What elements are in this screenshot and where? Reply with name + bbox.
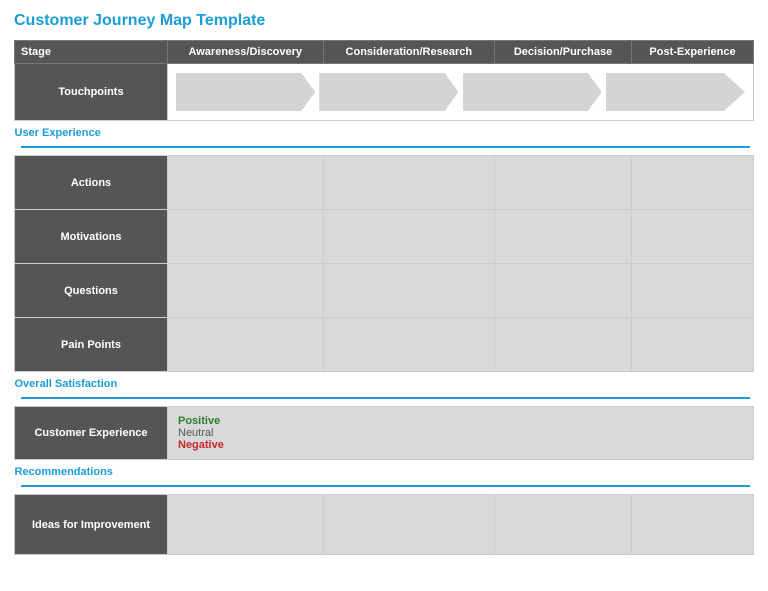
col-header-1: Awareness/Discovery <box>168 41 324 64</box>
arrow-1 <box>176 73 315 111</box>
col-header-4: Post-Experience <box>632 41 754 64</box>
touchpoints-label: Touchpoints <box>15 64 168 121</box>
pain-points-cell-1[interactable] <box>168 318 324 372</box>
motivations-row: Motivations <box>15 210 754 264</box>
journey-map-table: Stage Awareness/Discovery Consideration/… <box>14 40 754 555</box>
motivations-label: Motivations <box>15 210 168 264</box>
recommendations-label: Recommendations <box>15 466 113 478</box>
overall-satisfaction-line <box>21 397 750 399</box>
pain-points-cell-2[interactable] <box>323 318 495 372</box>
questions-cell-4[interactable] <box>632 264 754 318</box>
ideas-cell-2[interactable] <box>323 495 495 555</box>
actions-cell-4[interactable] <box>632 156 754 210</box>
overall-satisfaction-label: Overall Satisfaction <box>15 378 118 390</box>
actions-cell-3[interactable] <box>495 156 632 210</box>
arrow-2 <box>319 73 458 111</box>
stage-header: Stage <box>15 41 168 64</box>
recommendations-line <box>21 485 750 487</box>
ideas-cell-1[interactable] <box>168 495 324 555</box>
header-row: Stage Awareness/Discovery Consideration/… <box>15 41 754 64</box>
ideas-cell-3[interactable] <box>495 495 632 555</box>
arrow-4 <box>606 73 745 111</box>
motivations-cell-3[interactable] <box>495 210 632 264</box>
actions-row: Actions <box>15 156 754 210</box>
positive-text: Positive <box>178 415 743 427</box>
questions-cell-3[interactable] <box>495 264 632 318</box>
recommendations-section-row: Recommendations <box>15 460 754 495</box>
user-experience-line <box>21 146 750 148</box>
user-experience-section-header: User Experience <box>15 121 754 156</box>
col-header-3: Decision/Purchase <box>495 41 632 64</box>
pain-points-cell-4[interactable] <box>632 318 754 372</box>
customer-experience-label: Customer Experience <box>15 407 168 460</box>
actions-cell-1[interactable] <box>168 156 324 210</box>
touchpoints-row: Touchpoints <box>15 64 754 121</box>
arrow-3 <box>463 73 602 111</box>
overall-satisfaction-section-row: Overall Satisfaction <box>15 372 754 407</box>
overall-satisfaction-section-header: Overall Satisfaction <box>15 372 754 407</box>
pain-points-row: Pain Points <box>15 318 754 372</box>
col-header-2: Consideration/Research <box>323 41 495 64</box>
arrows-container <box>176 70 745 114</box>
page-title: Customer Journey Map Template <box>14 12 754 30</box>
actions-label: Actions <box>15 156 168 210</box>
customer-experience-row: Customer Experience Positive Neutral Neg… <box>15 407 754 460</box>
ideas-row: Ideas for Improvement <box>15 495 754 555</box>
touchpoints-arrows <box>168 64 754 121</box>
questions-cell-1[interactable] <box>168 264 324 318</box>
pain-points-cell-3[interactable] <box>495 318 632 372</box>
negative-text: Negative <box>178 439 743 451</box>
questions-label: Questions <box>15 264 168 318</box>
questions-row: Questions <box>15 264 754 318</box>
motivations-cell-2[interactable] <box>323 210 495 264</box>
recommendations-section-header: Recommendations <box>15 460 754 495</box>
user-experience-section-row: User Experience <box>15 121 754 156</box>
pain-points-label: Pain Points <box>15 318 168 372</box>
actions-cell-2[interactable] <box>323 156 495 210</box>
motivations-cell-4[interactable] <box>632 210 754 264</box>
neutral-text: Neutral <box>178 427 743 439</box>
user-experience-label: User Experience <box>15 127 101 139</box>
motivations-cell-1[interactable] <box>168 210 324 264</box>
customer-experience-cell[interactable]: Positive Neutral Negative <box>168 407 754 460</box>
ideas-cell-4[interactable] <box>632 495 754 555</box>
ideas-label: Ideas for Improvement <box>15 495 168 555</box>
questions-cell-2[interactable] <box>323 264 495 318</box>
